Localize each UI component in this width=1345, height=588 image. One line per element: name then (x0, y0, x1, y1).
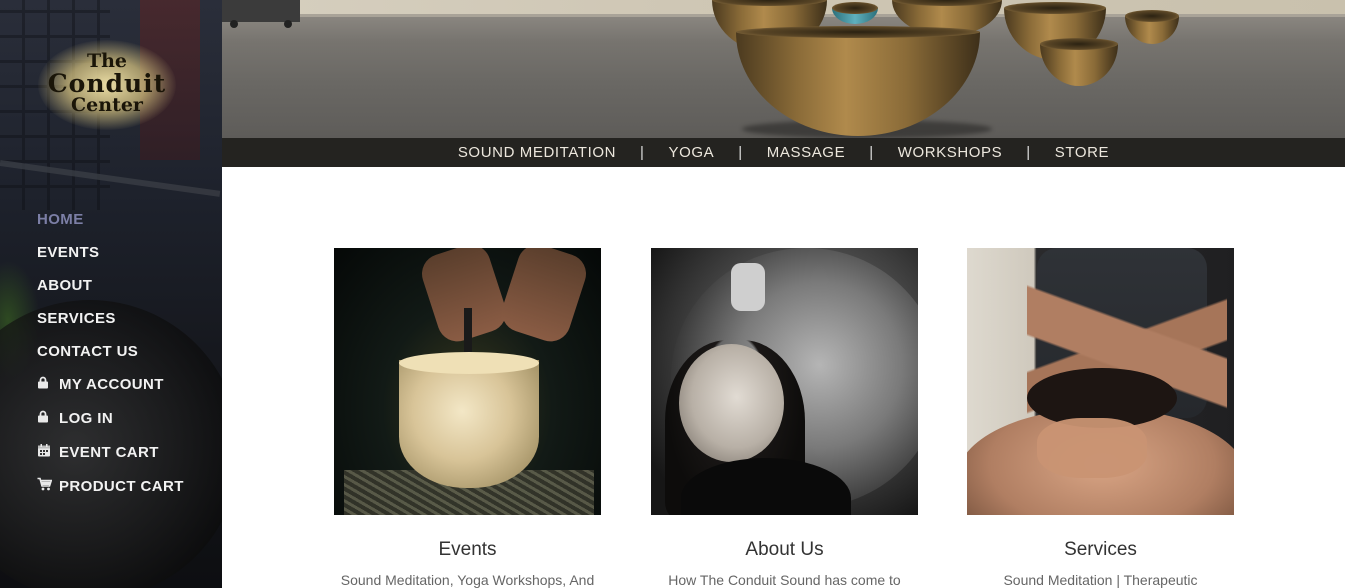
site-logo[interactable]: The Conduit Center (38, 40, 176, 130)
hero-banner-image (222, 0, 1345, 138)
topnav-massage[interactable]: MASSAGE (767, 144, 845, 161)
sidebar-item-event-cart[interactable]: EVENT CART (37, 436, 184, 470)
sidebar-item-label: PRODUCT CART (59, 478, 184, 495)
services-image[interactable] (967, 248, 1234, 515)
lock-icon (37, 408, 51, 430)
sidebar-item-events[interactable]: EVENTS (37, 236, 184, 269)
hands (1037, 418, 1147, 478)
topnav-store[interactable]: STORE (1055, 144, 1109, 161)
sidebar-item-product-cart[interactable]: PRODUCT CART (37, 470, 184, 504)
card-title[interactable]: About Us (651, 539, 918, 561)
card-title[interactable]: Services (967, 539, 1234, 561)
calendar-icon (37, 442, 51, 464)
topnav-separator: | (640, 144, 645, 161)
sidebar-item-label: MY ACCOUNT (59, 376, 164, 393)
topnav-separator: | (738, 144, 743, 161)
sidebar-item-label: CONTACT US (37, 342, 139, 360)
events-image[interactable] (334, 248, 601, 515)
sidebar-item-label: EVENT CART (59, 444, 159, 461)
sidebar-item-services[interactable]: SERVICES (37, 302, 184, 335)
topnav-workshops[interactable]: WORKSHOPS (898, 144, 1003, 161)
mallet (731, 263, 765, 311)
singing-bowl (1040, 38, 1118, 86)
sidebar: The Conduit Center HOME EVENTS ABOUT SER… (0, 0, 222, 588)
topnav-separator: | (869, 144, 874, 161)
card-services: Services Sound Meditation | Therapeutic (967, 248, 1234, 588)
sidebar-item-contact-us[interactable]: CONTACT US (37, 335, 184, 368)
about-us-image[interactable] (651, 248, 918, 515)
card-title[interactable]: Events (334, 539, 601, 561)
singing-bowl (736, 26, 980, 136)
sidebar-item-log-in[interactable]: LOG IN (37, 402, 184, 436)
sidebar-nav: HOME EVENTS ABOUT SERVICES CONTACT US MY… (37, 203, 184, 504)
card-excerpt: Sound Meditation, Yoga Workshops, And (340, 572, 595, 588)
sidebar-item-label: SERVICES (37, 309, 116, 327)
logo-line-3: Center (71, 94, 143, 116)
singing-bowl (1125, 10, 1179, 44)
card-excerpt: Sound Meditation | Therapeutic (1003, 572, 1198, 588)
topnav-yoga[interactable]: YOGA (669, 144, 715, 161)
arm (496, 248, 592, 347)
topnav-separator: | (1026, 144, 1031, 161)
card-about-us: About Us How The Conduit Sound has come … (651, 248, 918, 588)
sidebar-item-label: ABOUT (37, 276, 93, 294)
sidebar-item-label: HOME (37, 210, 84, 228)
sidebar-item-label: LOG IN (59, 410, 114, 427)
sidebar-item-label: EVENTS (37, 243, 100, 261)
logo-line-2: Conduit (47, 69, 167, 98)
lock-icon (37, 374, 51, 396)
hero-cart (222, 0, 300, 28)
face (679, 344, 784, 462)
cart-icon (37, 476, 53, 498)
sidebar-item-about[interactable]: ABOUT (37, 269, 184, 302)
singing-bowl (832, 2, 878, 24)
crystal-bowl (399, 352, 539, 488)
sidebar-item-my-account[interactable]: MY ACCOUNT (37, 368, 184, 402)
sidebar-item-home[interactable]: HOME (37, 203, 184, 236)
card-excerpt: How The Conduit Sound has come to (668, 572, 901, 588)
top-navigation: SOUND MEDITATION | YOGA | MASSAGE | WORK… (222, 138, 1345, 167)
logo-line-1: The (86, 50, 128, 72)
card-events: Events Sound Meditation, Yoga Workshops,… (334, 248, 601, 588)
topnav-sound-meditation[interactable]: SOUND MEDITATION (458, 144, 616, 161)
